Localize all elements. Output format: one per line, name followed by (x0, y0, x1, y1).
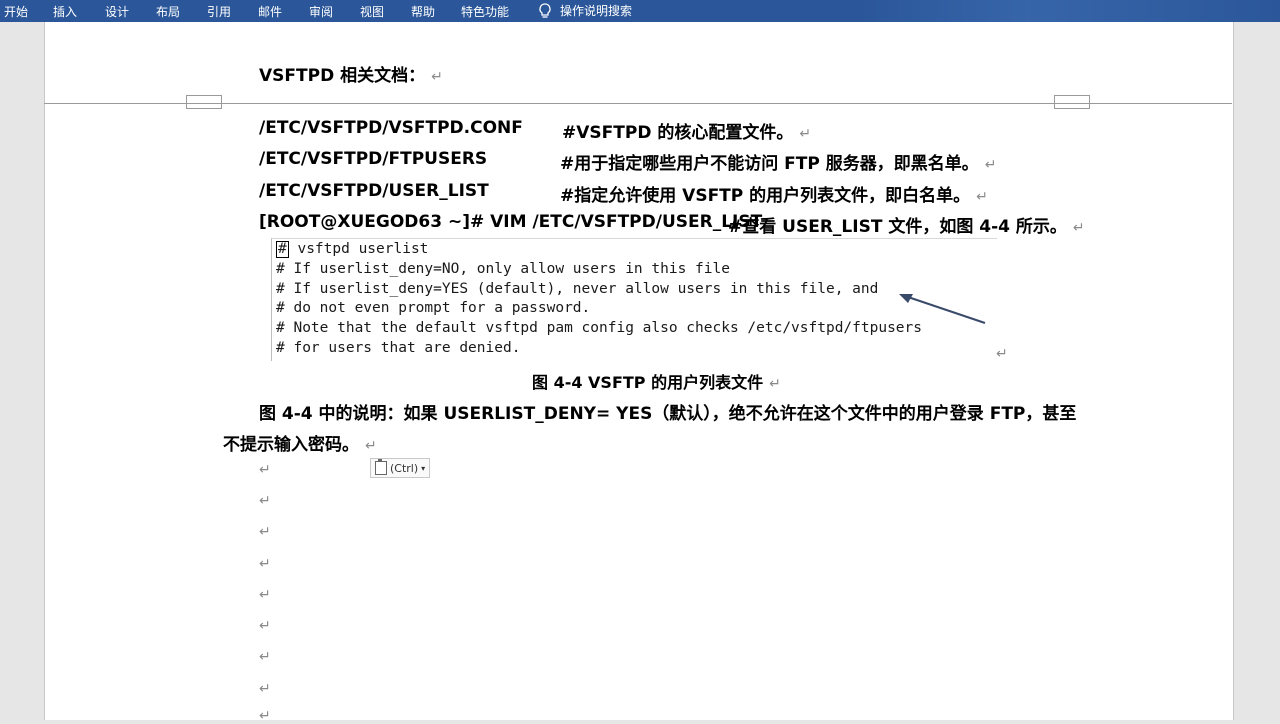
code-line-3: # If userlist_deny=YES (default), never … (276, 281, 879, 297)
crop-mark-right (1054, 95, 1090, 109)
ribbon-tab-bar: 开始 插入 设计 布局 引用 邮件 审阅 视图 帮助 特色功能 操作说明搜索 (0, 0, 1280, 22)
code-line-4: # do not even prompt for a password. (276, 300, 591, 316)
tab-references[interactable]: 引用 (207, 3, 231, 20)
doc-heading: VSFTPD 相关文档： ↵ (259, 66, 443, 86)
file-comment-conf: #VSFTPD 的核心配置文件。 ↵ (562, 123, 812, 143)
tell-me-label: 操作说明搜索 (560, 4, 633, 18)
tab-home[interactable]: 开始 (4, 3, 28, 20)
vim-command: [ROOT@XUEGOD63 ~]# VIM /ETC/VSFTPD/USER_… (259, 212, 763, 232)
tab-insert[interactable]: 插入 (53, 3, 77, 20)
tab-mailings[interactable]: 邮件 (258, 3, 282, 20)
paragraph-mark: ↵ (259, 556, 271, 572)
paste-options-label: (Ctrl) (390, 461, 419, 475)
code-line-6: # for users that are denied. (276, 340, 521, 356)
crop-mark-left (186, 95, 222, 109)
file-path-ftpusers: /ETC/VSFTPD/FTPUSERS (259, 149, 488, 169)
paragraph-mark: ↵ (259, 493, 271, 509)
paragraph-mark: ↵ (259, 524, 271, 540)
code-line-5: # Note that the default vsftpd pam confi… (276, 320, 923, 336)
ribbon-decoration (860, 0, 1280, 22)
paragraph-mark: ↵ (259, 649, 271, 665)
code-line-2: # If userlist_deny=NO, only allow users … (276, 261, 730, 277)
file-path-userlist: /ETC/VSFTPD/USER_LIST (259, 181, 489, 201)
code-line-1-text: vsftpd userlist (288, 241, 429, 257)
code-line-1: # vsftpd userlist (276, 241, 428, 258)
lightbulb-icon (539, 2, 551, 18)
explanation-line-1: 图 4-4 中的说明：如果 USERLIST_DENY= YES（默认），绝不允… (259, 404, 1077, 424)
paste-options-button[interactable]: (Ctrl) ▾ (370, 458, 430, 478)
tab-review[interactable]: 审阅 (309, 3, 333, 20)
tab-design[interactable]: 设计 (105, 3, 129, 20)
figure-caption: 图 4-4 VSFTP 的用户列表文件 ↵ (532, 373, 781, 392)
tab-view[interactable]: 视图 (360, 3, 384, 20)
paragraph-mark: ↵ (259, 618, 271, 634)
paragraph-mark: ↵ (259, 587, 271, 603)
text-cursor: # (276, 241, 289, 258)
chevron-down-icon: ▾ (421, 463, 426, 473)
paragraph-mark: ↵ (259, 708, 271, 724)
explanation-line-2: 不提示输入密码。 ↵ (223, 435, 377, 455)
tell-me-search[interactable]: 操作说明搜索 (538, 2, 632, 19)
tab-help[interactable]: 帮助 (411, 3, 435, 20)
clipboard-icon (375, 459, 387, 475)
file-comment-ftpusers: #用于指定哪些用户不能访问 FTP 服务器，即黑名单。 ↵ (560, 154, 997, 174)
paragraph-mark: ↵ (259, 462, 271, 478)
file-path-conf: /ETC/VSFTPD/VSFTPD.CONF (259, 118, 523, 138)
tab-special-features[interactable]: 特色功能 (461, 3, 509, 20)
tab-layout[interactable]: 布局 (156, 3, 180, 20)
arrow-annotation-icon (899, 294, 986, 324)
paragraph-mark: ↵ (996, 346, 1008, 362)
file-comment-userlist: #指定允许使用 VSFTP 的用户列表文件，即白名单。 ↵ (560, 186, 988, 206)
vim-command-comment: #查看 USER_LIST 文件，如图 4-4 所示。 ↵ (728, 217, 1085, 237)
paragraph-mark: ↵ (259, 681, 271, 697)
